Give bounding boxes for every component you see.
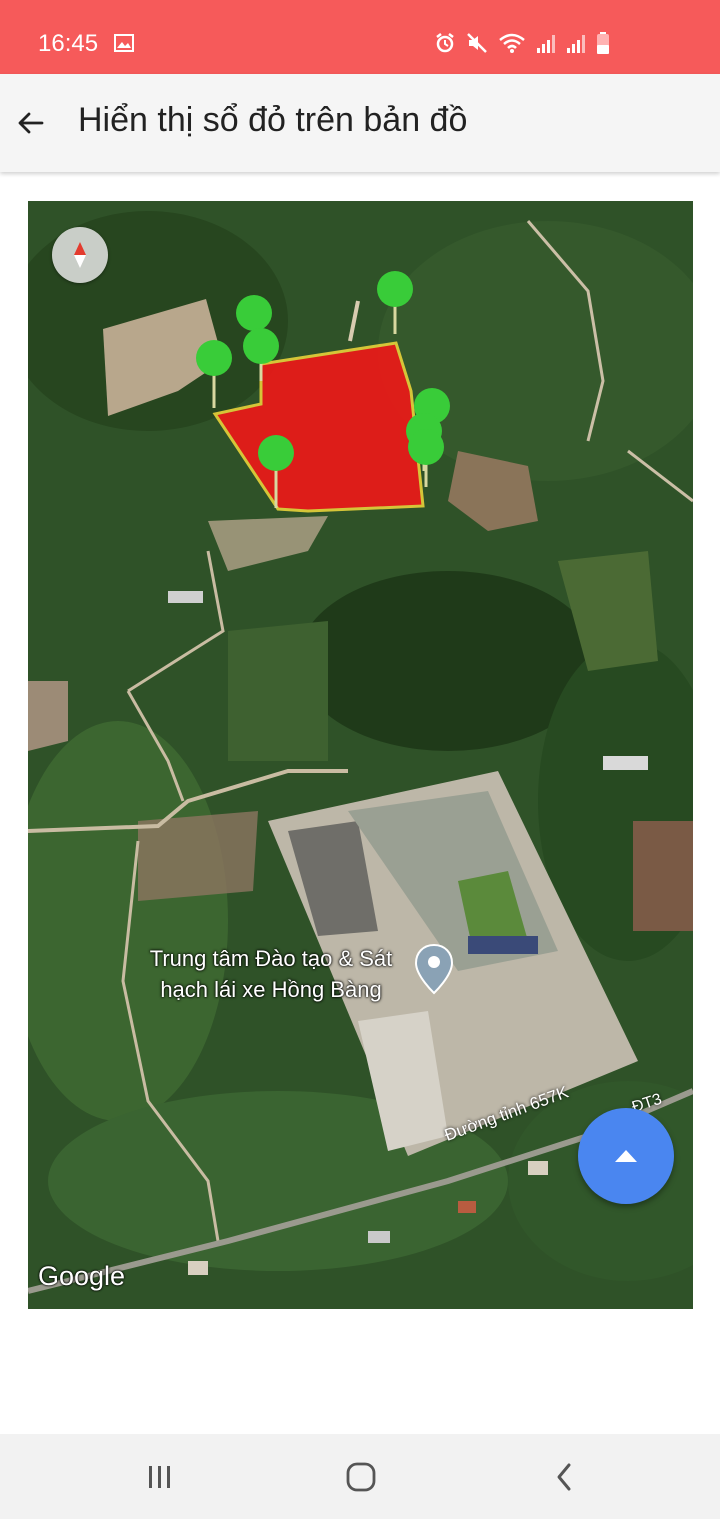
- battery-icon: [597, 32, 609, 54]
- status-icons: [434, 31, 610, 55]
- app-bar: Hiển thị sổ đỏ trên bản đồ: [0, 74, 720, 172]
- home-icon: [346, 1462, 376, 1492]
- gallery-icon: [114, 34, 134, 52]
- alarm-icon: [436, 33, 454, 53]
- signal-icon: [537, 35, 555, 53]
- signal-icon: [567, 35, 585, 53]
- status-time: 16:45: [38, 30, 99, 57]
- scroll-up-button[interactable]: [578, 1108, 674, 1204]
- wifi-icon: [499, 33, 525, 53]
- nav-back-button[interactable]: [534, 1452, 594, 1502]
- recent-apps-icon: [149, 1466, 170, 1488]
- back-icon: [557, 1463, 571, 1491]
- arrow-up-icon: [615, 1150, 637, 1162]
- compass-button[interactable]: [52, 227, 108, 283]
- recent-apps-button[interactable]: [130, 1452, 190, 1502]
- compass-icon: [74, 242, 86, 268]
- google-attribution: Google: [38, 1261, 126, 1291]
- home-button[interactable]: [331, 1452, 391, 1502]
- location-pin-icon[interactable]: [414, 943, 454, 995]
- place-label: Trung tâm Đào tạo & Sát hạch lái xe Hồng…: [149, 946, 393, 1002]
- system-nav-bar: [0, 1434, 720, 1519]
- arrow-left-icon: [18, 112, 44, 134]
- page-title: Hiển thị sổ đỏ trên bản đồ: [78, 101, 468, 139]
- mute-icon: [467, 33, 487, 53]
- back-button[interactable]: [14, 98, 48, 148]
- status-bar: 16:45: [0, 0, 720, 74]
